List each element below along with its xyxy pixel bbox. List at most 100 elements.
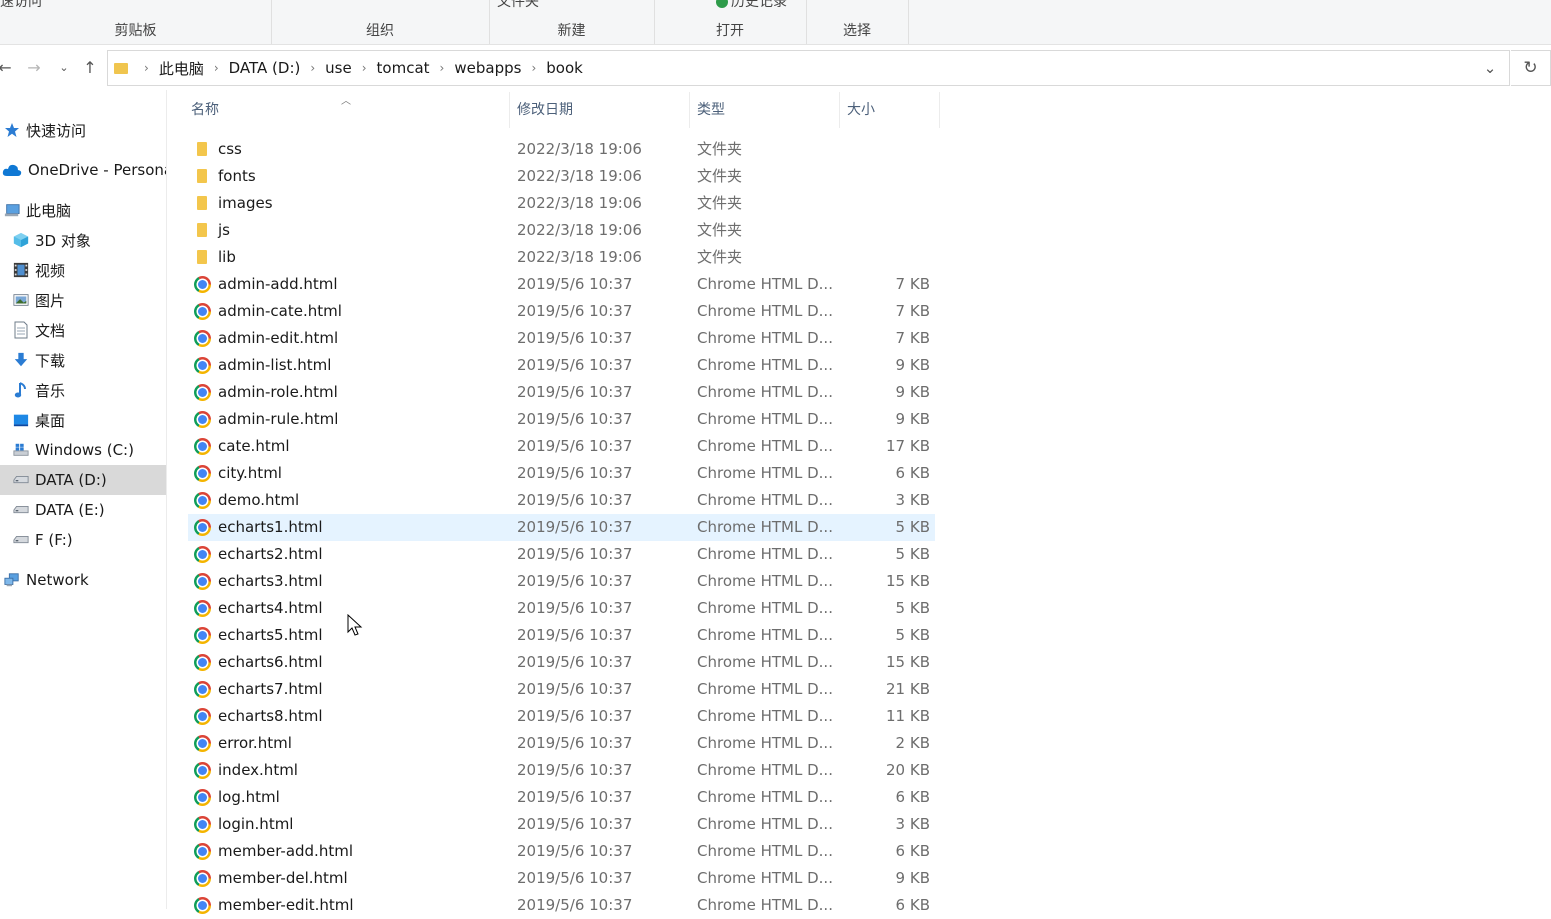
chevron-right-icon[interactable]: ›: [531, 61, 536, 75]
file-type: Chrome HTML D...: [697, 815, 833, 833]
file-size: 9 KB: [895, 356, 930, 374]
file-row[interactable]: log.html 2019/5/6 10:37 Chrome HTML D... 6 …: [188, 784, 935, 811]
breadcrumb-webapps[interactable]: webapps: [454, 59, 521, 77]
breadcrumb-use[interactable]: use: [325, 59, 352, 77]
sidebar-item-pictures[interactable]: 图片: [0, 285, 166, 315]
column-divider[interactable]: [689, 92, 690, 128]
ribbon-group-label: 新建: [557, 23, 586, 39]
file-row[interactable]: echarts1.html 2019/5/6 10:37 Chrome HTML D…: [188, 514, 935, 541]
file-name: admin-cate.html: [218, 302, 342, 320]
up-arrow-icon[interactable]: ↑: [79, 56, 101, 80]
column-header-date[interactable]: 修改日期: [517, 92, 573, 128]
file-row[interactable]: css 2022/3/18 19:06 文件夹: [188, 136, 935, 163]
sidebar-item-onedrive[interactable]: OneDrive - Persona: [0, 155, 166, 185]
sidebar-item-network[interactable]: Network: [0, 565, 166, 595]
column-divider[interactable]: [509, 92, 510, 128]
file-size: 7 KB: [895, 329, 930, 347]
chrome-html-icon: [194, 357, 211, 374]
file-row[interactable]: echarts6.html 2019/5/6 10:37 Chrome HTML D…: [188, 649, 935, 676]
sidebar-item-3d-objects[interactable]: 3D 对象: [0, 225, 166, 255]
breadcrumb-this-pc[interactable]: 此电脑: [159, 58, 204, 79]
breadcrumb-data-d[interactable]: DATA (D:): [229, 59, 301, 77]
column-header-name[interactable]: 名称: [191, 92, 219, 128]
sidebar-item-desktop[interactable]: 桌面: [0, 405, 166, 435]
column-header-type[interactable]: 类型: [697, 92, 725, 128]
sidebar-item-label: DATA (D:): [35, 471, 107, 489]
sidebar-item-data-d[interactable]: DATA (D:): [0, 465, 166, 495]
sidebar-item-videos[interactable]: 视频: [0, 255, 166, 285]
address-dropdown-icon[interactable]: ⌄: [1479, 57, 1501, 79]
file-name: member-del.html: [218, 869, 348, 887]
file-row[interactable]: echarts8.html 2019/5/6 10:37 Chrome HTML D…: [188, 703, 935, 730]
refresh-icon[interactable]: ↻: [1511, 50, 1551, 86]
file-row[interactable]: images 2022/3/18 19:06 文件夹: [188, 190, 935, 217]
sidebar-item-this-pc[interactable]: 此电脑: [0, 195, 166, 225]
file-row[interactable]: admin-add.html 2019/5/6 10:37 Chrome HTML …: [188, 271, 935, 298]
file-row[interactable]: admin-rule.html 2019/5/6 10:37 Chrome HTML…: [188, 406, 935, 433]
file-row[interactable]: echarts7.html 2019/5/6 10:37 Chrome HTML D…: [188, 676, 935, 703]
ribbon: 速访问 文件夹 历史记录 剪贴板 组织 新建 打开 选择: [0, 0, 1551, 45]
sidebar-item-label: 图片: [35, 291, 66, 310]
file-row[interactable]: member-edit.html 2019/5/6 10:37 Chrome HTM…: [188, 892, 935, 919]
chrome-html-icon: [194, 816, 211, 833]
file-row[interactable]: lib 2022/3/18 19:06 文件夹: [188, 244, 935, 271]
file-row[interactable]: demo.html 2019/5/6 10:37 Chrome HTML D... 3…: [188, 487, 935, 514]
file-row[interactable]: echarts4.html 2019/5/6 10:37 Chrome HTML D…: [188, 595, 935, 622]
forward-arrow-icon[interactable]: →: [23, 56, 45, 80]
file-row[interactable]: index.html 2019/5/6 10:37 Chrome HTML D...…: [188, 757, 935, 784]
chevron-right-icon[interactable]: ›: [362, 61, 367, 75]
file-name: index.html: [218, 761, 298, 779]
file-row[interactable]: fonts 2022/3/18 19:06 文件夹: [188, 163, 935, 190]
file-name: admin-role.html: [218, 383, 338, 401]
sidebar-item-music[interactable]: 音乐: [0, 375, 166, 405]
chevron-right-icon[interactable]: ›: [310, 61, 315, 75]
sidebar-item-label: Windows (C:): [35, 441, 134, 459]
breadcrumb-tomcat[interactable]: tomcat: [377, 59, 430, 77]
sidebar-item-windows-c[interactable]: Windows (C:): [0, 435, 166, 465]
file-type: Chrome HTML D...: [697, 896, 833, 914]
chevron-right-icon[interactable]: ›: [214, 61, 219, 75]
chevron-right-icon[interactable]: ›: [440, 61, 445, 75]
sidebar-item-f[interactable]: F (F:): [0, 525, 166, 555]
recent-locations-chevron-icon[interactable]: ⌄: [53, 56, 75, 80]
column-header-size[interactable]: 大小: [847, 92, 875, 128]
file-size: 6 KB: [895, 842, 930, 860]
chrome-html-icon: [194, 519, 211, 536]
file-row[interactable]: js 2022/3/18 19:06 文件夹: [188, 217, 935, 244]
file-row[interactable]: admin-edit.html 2019/5/6 10:37 Chrome HTML…: [188, 325, 935, 352]
file-name: city.html: [218, 464, 282, 482]
sidebar-item-quick-access[interactable]: 快速访问: [0, 115, 166, 145]
file-row[interactable]: error.html 2019/5/6 10:37 Chrome HTML D...…: [188, 730, 935, 757]
file-row[interactable]: admin-list.html 2019/5/6 10:37 Chrome HTML…: [188, 352, 935, 379]
file-row[interactable]: admin-role.html 2019/5/6 10:37 Chrome HTML…: [188, 379, 935, 406]
chevron-right-icon[interactable]: ›: [144, 61, 149, 75]
sidebar-item-downloads[interactable]: 下载: [0, 345, 166, 375]
file-type: Chrome HTML D...: [697, 356, 833, 374]
sidebar-item-documents[interactable]: 文档: [0, 315, 166, 345]
file-row[interactable]: city.html 2019/5/6 10:37 Chrome HTML D... 6…: [188, 460, 935, 487]
chrome-html-icon: [194, 654, 211, 671]
file-row[interactable]: echarts5.html 2019/5/6 10:37 Chrome HTML D…: [188, 622, 935, 649]
file-row[interactable]: member-del.html 2019/5/6 10:37 Chrome HTML…: [188, 865, 935, 892]
file-size: 5 KB: [895, 599, 930, 617]
chrome-html-icon: [194, 789, 211, 806]
breadcrumb-book[interactable]: book: [546, 59, 583, 77]
file-row[interactable]: login.html 2019/5/6 10:37 Chrome HTML D...…: [188, 811, 935, 838]
column-divider[interactable]: [839, 92, 840, 128]
file-name: css: [218, 140, 242, 158]
file-row[interactable]: cate.html 2019/5/6 10:37 Chrome HTML D... 1…: [188, 433, 935, 460]
file-size: 17 KB: [886, 437, 930, 455]
file-name: admin-rule.html: [218, 410, 339, 428]
file-row[interactable]: echarts2.html 2019/5/6 10:37 Chrome HTML D…: [188, 541, 935, 568]
file-type: Chrome HTML D...: [697, 653, 833, 671]
file-row[interactable]: admin-cate.html 2019/5/6 10:37 Chrome HTML…: [188, 298, 935, 325]
back-arrow-icon[interactable]: ←: [0, 56, 16, 80]
file-row[interactable]: echarts3.html 2019/5/6 10:37 Chrome HTML D…: [188, 568, 935, 595]
column-divider[interactable]: [939, 92, 940, 128]
file-row[interactable]: member-add.html 2019/5/6 10:37 Chrome HTML…: [188, 838, 935, 865]
sidebar-item-data-e[interactable]: DATA (E:): [0, 495, 166, 525]
file-date: 2022/3/18 19:06: [517, 140, 642, 158]
address-bar[interactable]: › 此电脑 › DATA (D:) › use › tomcat › webap…: [107, 50, 1510, 86]
sidebar-item-label: Network: [26, 571, 89, 589]
file-type: Chrome HTML D...: [697, 275, 833, 293]
